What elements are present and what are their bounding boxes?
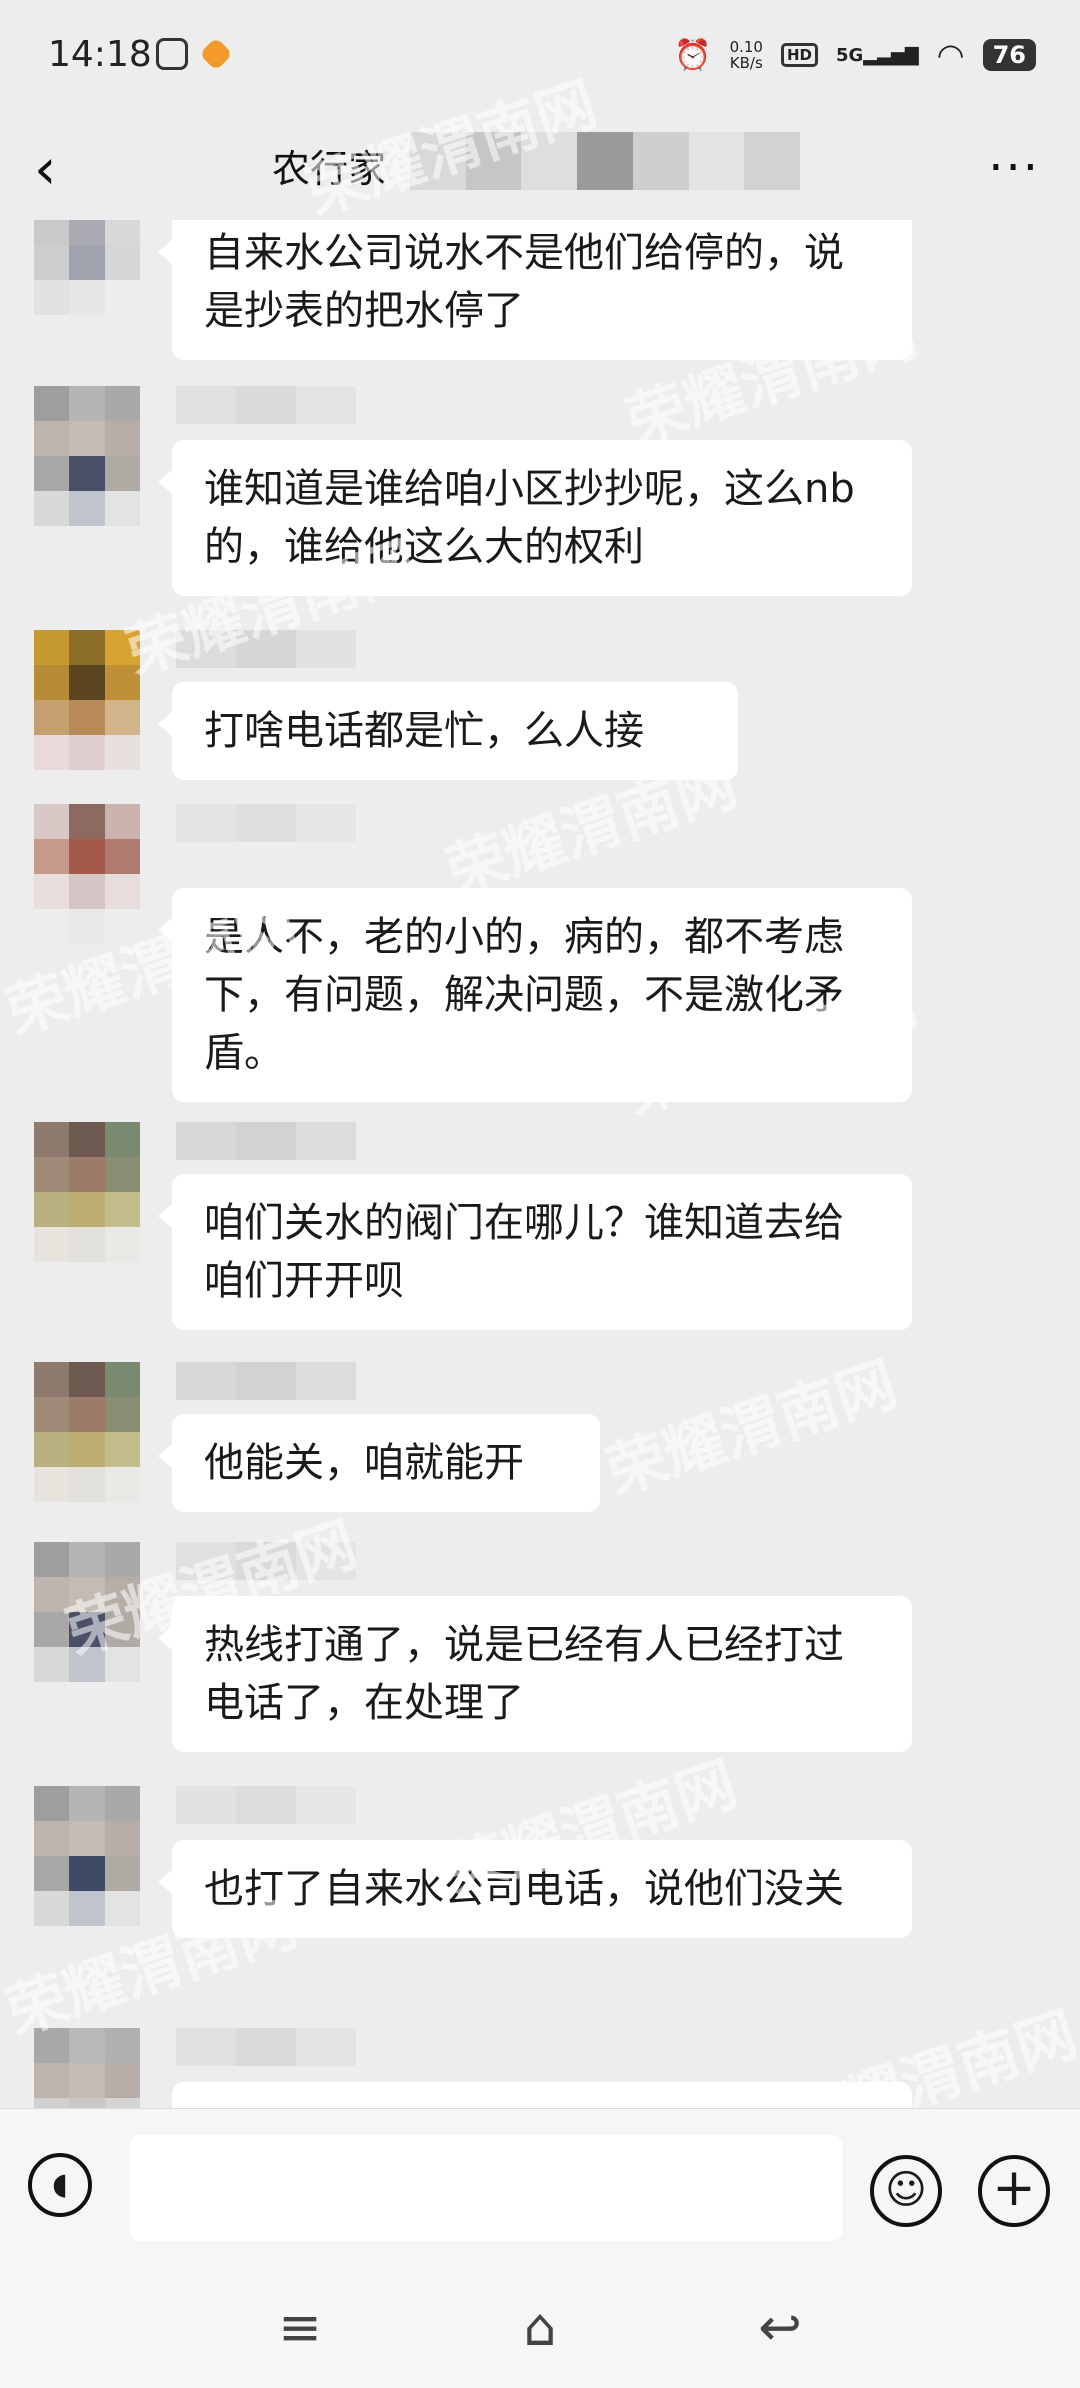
avatar[interactable] (34, 386, 140, 526)
title-blur (410, 132, 801, 190)
home-icon[interactable]: ⌂ (500, 2298, 580, 2358)
avatar[interactable] (34, 1362, 140, 1502)
avatar[interactable] (34, 630, 140, 770)
nickname-blur (176, 2028, 356, 2066)
network-speed: 0.10 KB/s (730, 39, 763, 71)
more-icon[interactable]: ··· (988, 140, 1040, 196)
avatar[interactable] (34, 2028, 140, 2108)
message-bubble[interactable]: 他能关，咱就能开 (158, 1414, 600, 1512)
avatar[interactable] (34, 1542, 140, 1682)
message-list: 自来水公司说水不是他们给停的，说是抄表的把水停了 谁知道是谁给咱小区抄抄呢，这么… (0, 220, 1080, 2108)
back-icon[interactable]: ↩ (740, 2298, 820, 2358)
message-bubble[interactable]: 谁知道是谁给咱小区抄抄呢，这么nb的，谁给他这么大的权利 (158, 440, 912, 596)
message-bubble[interactable]: 咱们关水的阀门在哪儿？谁知道去给咱们开开呗 (158, 1174, 912, 1330)
nickname-blur (176, 1122, 356, 1160)
voice-icon[interactable]: ◖ (28, 2153, 92, 2217)
nickname-blur (176, 1542, 356, 1580)
message-bubble[interactable]: 是人不，老的小的，病的，都不考虑下，有问题，解决问题，不是激化矛盾。 (158, 888, 912, 1102)
avatar[interactable] (34, 1786, 140, 1926)
app-notification-icon (199, 37, 233, 71)
nickname-blur (176, 1786, 356, 1824)
menu-icon[interactable]: ≡ (260, 2298, 340, 2358)
message-input[interactable] (130, 2135, 842, 2241)
chat-title: 农行家 (272, 147, 387, 191)
battery-level: 76 (982, 39, 1036, 71)
alarm-icon: ⏰ (674, 37, 712, 73)
message-bubble[interactable]: 自来水公司说水不是他们给停的，说是抄表的把水停了 (158, 220, 912, 360)
nickname-blur (176, 804, 356, 842)
nickname-blur (176, 386, 356, 424)
network-type: 5G (835, 44, 864, 66)
nickname-blur (176, 1362, 356, 1400)
back-icon[interactable]: ‹ (34, 142, 56, 198)
plus-icon[interactable]: + (978, 2155, 1050, 2227)
status-icons: ⏰ 0.10 KB/s HD 5G▂▃▅▇ ◠ 76 (674, 36, 1036, 74)
system-nav-bar: ≡ ⌂ ↩ (0, 2268, 1080, 2388)
chat-header: ‹ 农行家 ··· (0, 120, 1080, 220)
input-bar: ◖ ☺ + (0, 2108, 1080, 2269)
network-speed-unit: KB/s (729, 54, 763, 72)
nickname-blur (176, 630, 356, 668)
hd-icon: HD (780, 43, 818, 67)
signal-icon: 5G▂▃▅▇ (835, 44, 919, 66)
wifi-icon: ◠ (936, 36, 965, 74)
message-bubble[interactable]: 打啥电话都是忙，么人接 (158, 682, 738, 780)
avatar[interactable] (34, 804, 140, 944)
avatar[interactable] (34, 1122, 140, 1262)
status-bar: 14:18 ⏰ 0.10 KB/s HD 5G▂▃▅▇ ◠ 76 (0, 0, 1080, 120)
avatar[interactable] (34, 220, 140, 350)
app-notification-icon (156, 38, 188, 70)
message-bubble[interactable]: 也打了自来水公司电话，说他们没关 (158, 1840, 912, 1938)
emoji-icon[interactable]: ☺ (870, 2155, 942, 2227)
message-bubble[interactable] (172, 2082, 912, 2108)
status-time: 14:18 (48, 34, 152, 75)
message-bubble[interactable]: 热线打通了，说是已经有人已经打过电话了，在处理了 (158, 1596, 912, 1752)
